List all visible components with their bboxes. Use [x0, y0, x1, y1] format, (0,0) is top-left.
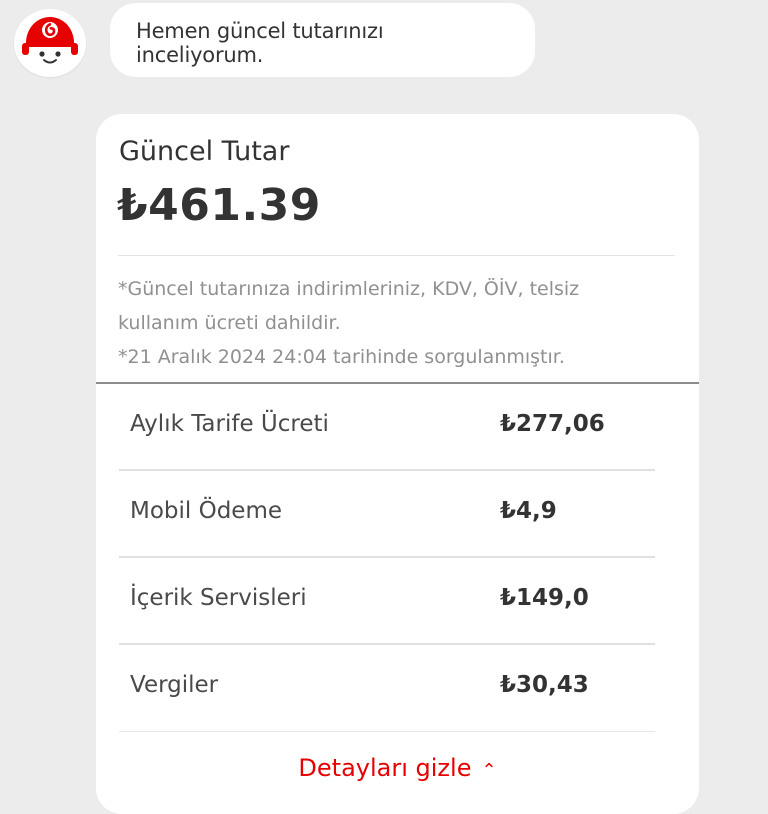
- hide-details-button[interactable]: Detayları gizle ⌃: [96, 754, 699, 782]
- breakdown-label: Vergiler: [130, 672, 219, 698]
- total-amount: ₺461.39: [117, 180, 321, 231]
- amount-note-line-1: *Güncel tutarınıza indirimleriniz, KDV, …: [118, 278, 580, 334]
- assistant-message-text: Hemen güncel tutarınızı inceliyorum.: [136, 19, 384, 67]
- breakdown-value: ₺4,9: [500, 498, 557, 524]
- breakdown-value: ₺30,43: [500, 672, 589, 698]
- breakdown-label: İçerik Servisleri: [130, 585, 307, 611]
- breakdown-label: Mobil Ödeme: [130, 498, 283, 524]
- breakdown-row-mobile-payment: Mobil Ödeme ₺4,9: [119, 471, 655, 558]
- assistant-message-bubble: Hemen güncel tutarınızı inceliyorum.: [110, 3, 535, 77]
- divider: [118, 255, 675, 256]
- hide-details-label: Detayları gizle: [298, 754, 472, 782]
- amount-note: *Güncel tutarınıza indirimleriniz, KDV, …: [118, 272, 638, 374]
- breakdown-value: ₺149,0: [500, 585, 589, 611]
- breakdown-row-tariff: Aylık Tarife Ücreti ₺277,06: [119, 384, 655, 471]
- breakdown-label: Aylık Tarife Ücreti: [130, 411, 329, 437]
- chevron-up-icon: ⌃: [481, 760, 497, 781]
- breakdown-value: ₺277,06: [500, 411, 605, 437]
- amount-note-line-2: *21 Aralık 2024 24:04 tarihinde sorgulan…: [118, 346, 565, 368]
- breakdown-row-content-services: İçerik Servisleri ₺149,0: [119, 558, 655, 645]
- assistant-avatar: [14, 9, 86, 77]
- breakdown-row-taxes: Vergiler ₺30,43: [119, 645, 655, 732]
- assistant-robot-icon: [22, 17, 78, 69]
- current-amount-card: Güncel Tutar ₺461.39 *Güncel tutarınıza …: [96, 114, 699, 814]
- card-title: Güncel Tutar: [119, 136, 290, 167]
